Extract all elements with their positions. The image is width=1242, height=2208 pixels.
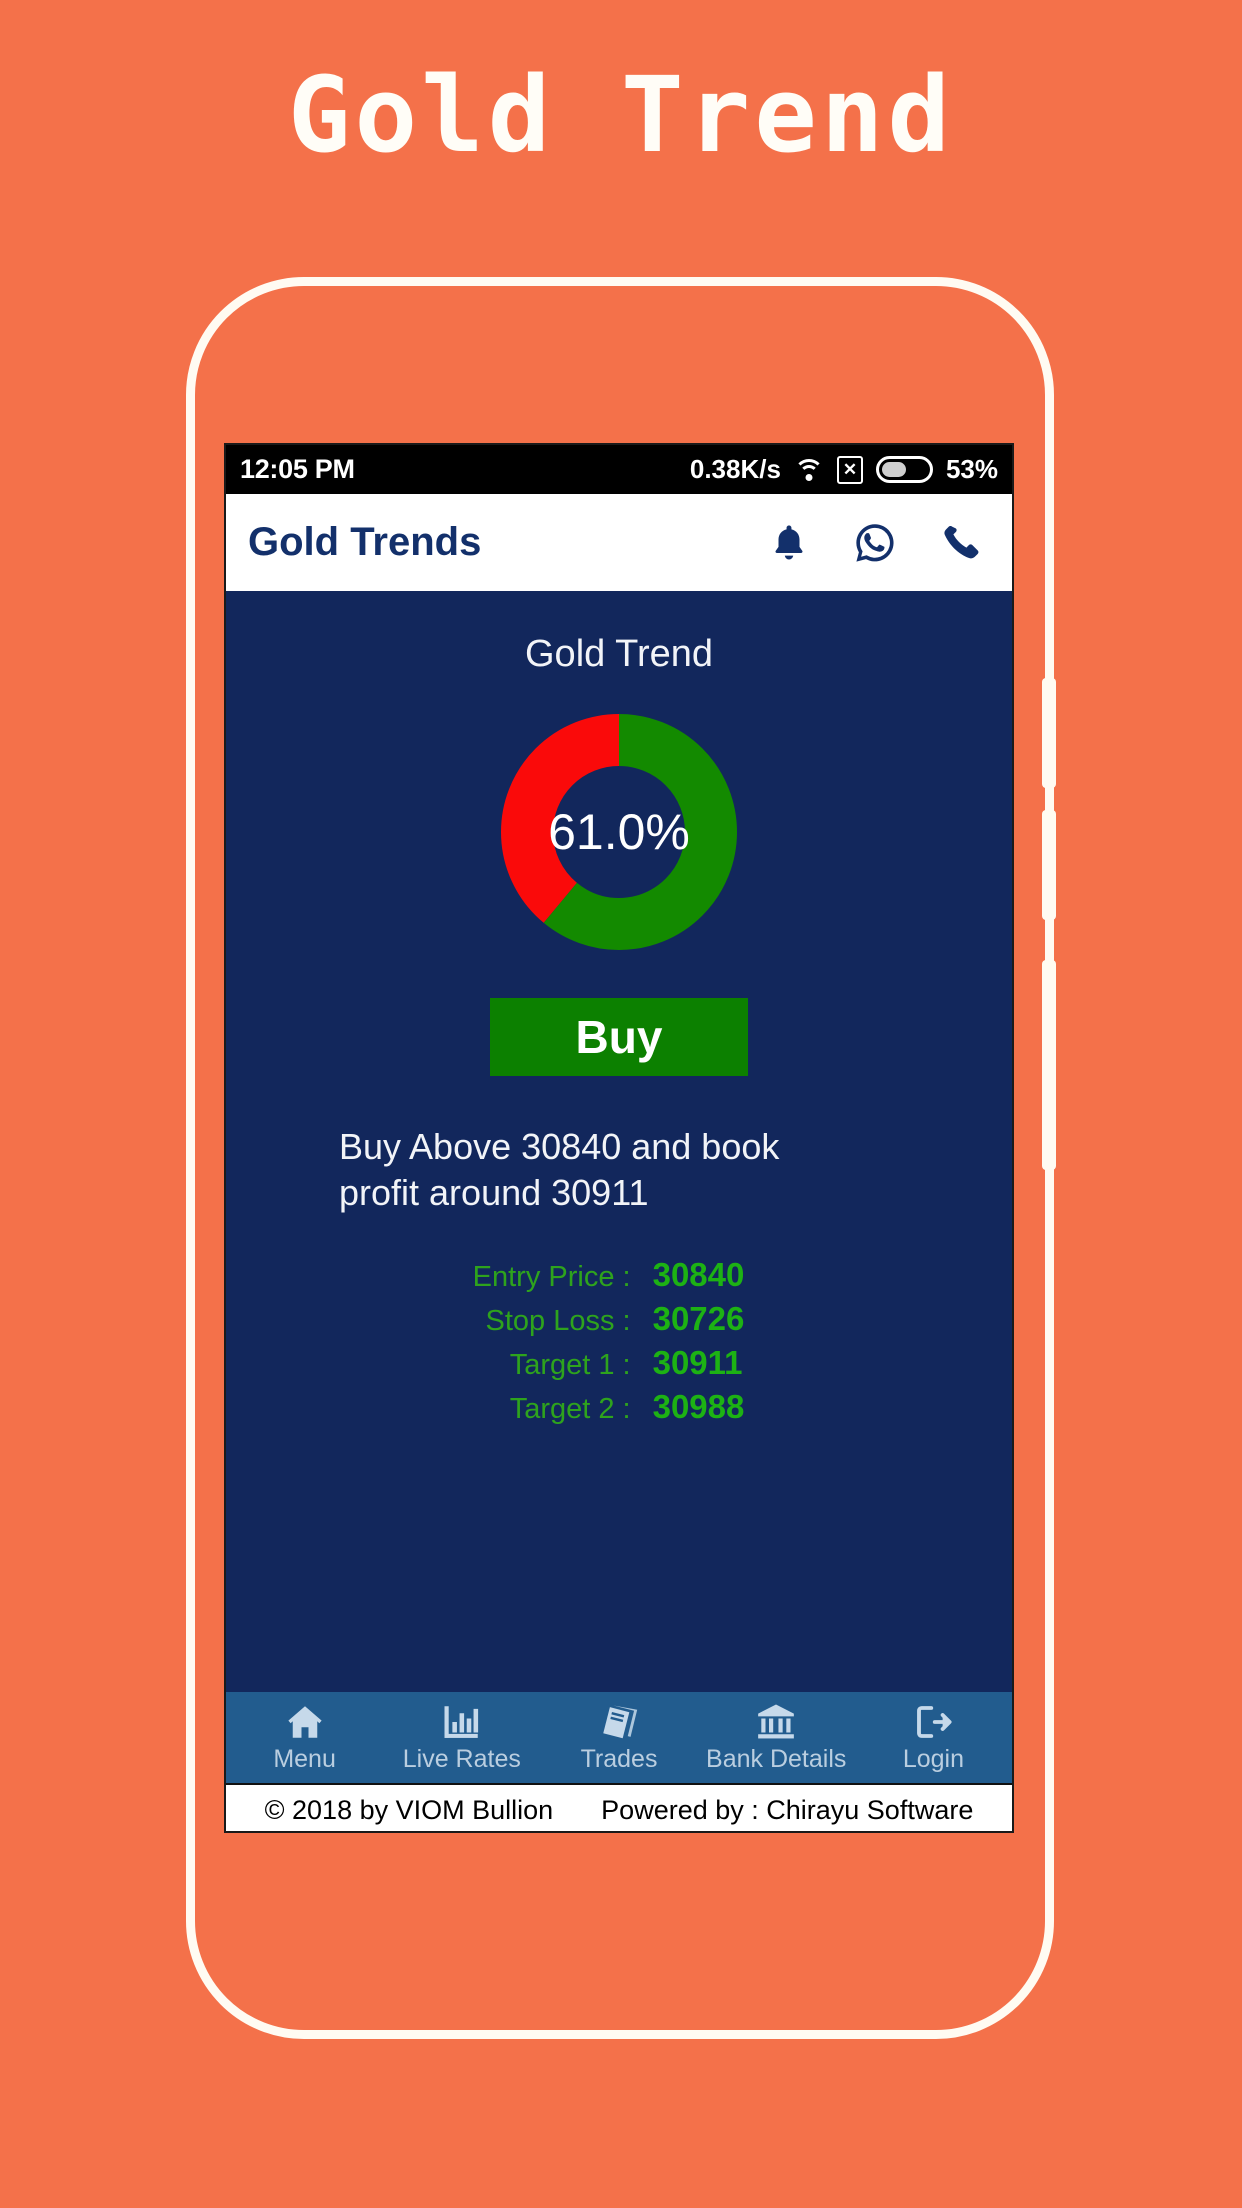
nav-item-bank-details[interactable]: Bank Details (698, 1701, 855, 1774)
notification-bell-icon[interactable] (768, 520, 810, 566)
battery-icon (875, 456, 933, 483)
nav-item-live-rates[interactable]: Live Rates (383, 1701, 540, 1774)
entry-price-label: Entry Price : (472, 1261, 631, 1294)
app-content: Gold Trend 61.0% Buy Buy Above 30840 and… (226, 591, 1012, 1689)
table-row: Target 1 : 30911 (339, 1344, 899, 1382)
phone-screen: 12:05 PM 0.38K/s ✕ 53% Gold Trends Gold … (224, 443, 1014, 1833)
table-row: Entry Price : 30840 (339, 1256, 899, 1294)
phone-power-button[interactable] (1042, 960, 1056, 1170)
target-2-label: Target 2 : (509, 1393, 631, 1426)
status-time: 12:05 PM (240, 454, 355, 484)
nav-label: Bank Details (706, 1745, 847, 1773)
nav-label: Login (902, 1745, 964, 1773)
target-1-label: Target 1 : (509, 1349, 631, 1382)
footer-bar: © 2018 by VIOM Bullion Powered by : Chir… (226, 1783, 1012, 1831)
phone-volume-up-button[interactable] (1042, 678, 1056, 788)
stop-loss-value: 30726 (652, 1300, 745, 1338)
books-icon (597, 1701, 641, 1743)
nav-item-login[interactable]: Login (855, 1701, 1012, 1774)
wifi-icon (793, 458, 824, 482)
buy-button[interactable]: Buy (490, 998, 748, 1076)
phone-volume-down-button[interactable] (1042, 810, 1056, 920)
app-title: Gold Trends (248, 520, 482, 564)
trade-advice-line-2: profit around 30911 (339, 1172, 649, 1214)
nav-label: Live Rates (402, 1745, 521, 1773)
footer-powered-by: Powered by : Chirayu Software (601, 1794, 974, 1825)
entry-price-value: 30840 (652, 1256, 745, 1294)
table-row: Target 2 : 30988 (339, 1388, 899, 1426)
sim-card-x-icon: ✕ (836, 455, 863, 484)
bottom-navigation: Menu Live Rates Trades Bank Details Logi… (226, 1689, 1012, 1783)
status-battery-percent: 53% (945, 454, 998, 484)
nav-item-menu[interactable]: Menu (226, 1701, 383, 1774)
trade-advice: Buy Above 30840 and book profit around 3… (339, 1124, 899, 1216)
page-title: Gold Trend (525, 633, 713, 675)
poster-canvas: Gold Trend 12:05 PM 0.38K/s ✕ 53% Gold T… (0, 0, 1242, 2208)
gold-trend-donut-chart: 61.0% (501, 714, 737, 950)
bank-icon (753, 1701, 799, 1743)
nav-label: Trades (580, 1745, 658, 1773)
footer-copyright: © 2018 by VIOM Bullion (264, 1794, 554, 1825)
donut-center-value: 61.0% (548, 804, 690, 860)
phone-call-icon[interactable] (940, 521, 984, 565)
home-icon (282, 1701, 328, 1743)
poster-title: Gold Trend (287, 54, 955, 176)
trade-advice-line-1: Buy Above 30840 and book (339, 1126, 780, 1167)
nav-label: Menu (273, 1745, 336, 1773)
status-network-speed: 0.38K/s (689, 454, 781, 484)
target-2-value: 30988 (652, 1388, 745, 1426)
nav-item-trades[interactable]: Trades (540, 1701, 697, 1774)
trade-levels-list: Entry Price : 30840 Stop Loss : 30726 Ta… (339, 1256, 899, 1432)
logout-icon (910, 1701, 956, 1743)
stop-loss-label: Stop Loss : (485, 1305, 631, 1338)
whatsapp-icon[interactable] (852, 520, 898, 566)
target-1-value: 30911 (652, 1344, 743, 1382)
status-bar: 12:05 PM 0.38K/s ✕ 53% (226, 445, 1012, 494)
table-row: Stop Loss : 30726 (339, 1300, 899, 1338)
bar-chart-icon (440, 1701, 484, 1743)
app-bar: Gold Trends (226, 494, 1012, 591)
